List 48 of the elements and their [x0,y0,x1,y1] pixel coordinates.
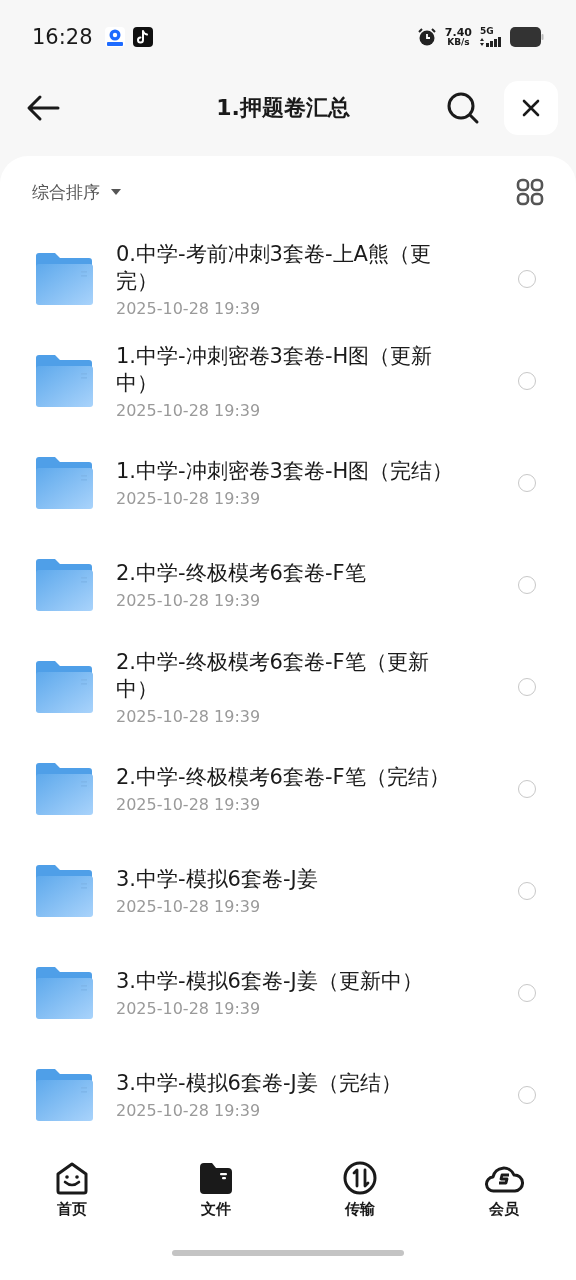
folder-name[interactable]: 1.中学-冲刺密卷3套卷-H图（更新中） [116,342,458,397]
nav-tab[interactable]: 文件 [144,1160,288,1242]
folder-name[interactable]: 2.中学-终极模考6套卷-F笔（更新中） [116,648,458,703]
grid-view-icon[interactable] [516,178,544,206]
page-title: 1.押题卷汇总 [215,94,351,122]
nav-tab[interactable]: 首页 [0,1160,144,1242]
modified-date: 2025-10-28 19:39 [116,795,262,814]
modified-date: 2025-10-28 19:39 [116,298,262,318]
nav-tab[interactable]: 会员 [432,1160,576,1242]
search-icon[interactable] [446,91,480,125]
network-speed: 7.40 [444,27,472,38]
app-icon [104,27,125,47]
folder-name[interactable]: 3.中学-模拟6套卷-J姜（更新中） [116,968,458,995]
modified-date: 2025-10-28 19:39 [116,489,262,508]
alarm-icon [416,27,437,47]
folder-icon [34,1069,94,1121]
folder-name[interactable]: 2.中学-终极模考6套卷-F笔（完结） [116,764,458,791]
close-button[interactable] [504,81,558,135]
caret-icon [110,188,122,196]
modified-date: 2025-10-28 19:39 [116,1101,262,1120]
back-arrow-icon[interactable] [26,94,60,122]
modified-date: 2025-10-28 19:39 [116,897,262,916]
network-type: 5G [480,27,494,36]
battery-icon [510,27,544,47]
folder-icon [34,253,94,305]
speed-unit: KB/s [447,38,470,47]
signal-icon [480,37,502,47]
folder-icon [34,355,94,407]
folder-icon [34,763,94,815]
folder-icon [34,865,94,917]
modified-date: 2025-10-28 19:39 [116,400,262,420]
status-time: 16:28 [32,25,93,49]
music-note-app-icon [132,27,153,47]
sort-dropdown[interactable]: 综合排序 [32,180,122,204]
nav-tab[interactable]: 传输 [288,1160,432,1242]
folder-icon [34,457,94,509]
folder-name[interactable]: 2.中学-终极模考6套卷-F笔 [116,560,458,587]
folder-name[interactable]: 3.中学-模拟6套卷-J姜 [116,866,458,893]
folder-name[interactable]: 0.中学-考前冲刺3套卷-上A熊（更完） [116,240,458,295]
folder-icon [34,661,94,713]
folder-icon [34,559,94,611]
close-icon[interactable] [521,98,541,118]
folder-icon [34,967,94,1019]
folder-name[interactable]: 1.中学-冲刺密卷3套卷-H图（完结） [116,458,458,485]
modified-date: 2025-10-28 19:39 [116,999,262,1018]
modified-date: 2025-10-28 19:39 [116,706,262,726]
folder-name[interactable]: 3.中学-模拟6套卷-J姜（完结） [116,1070,458,1097]
modified-date: 2025-10-28 19:39 [116,591,262,610]
